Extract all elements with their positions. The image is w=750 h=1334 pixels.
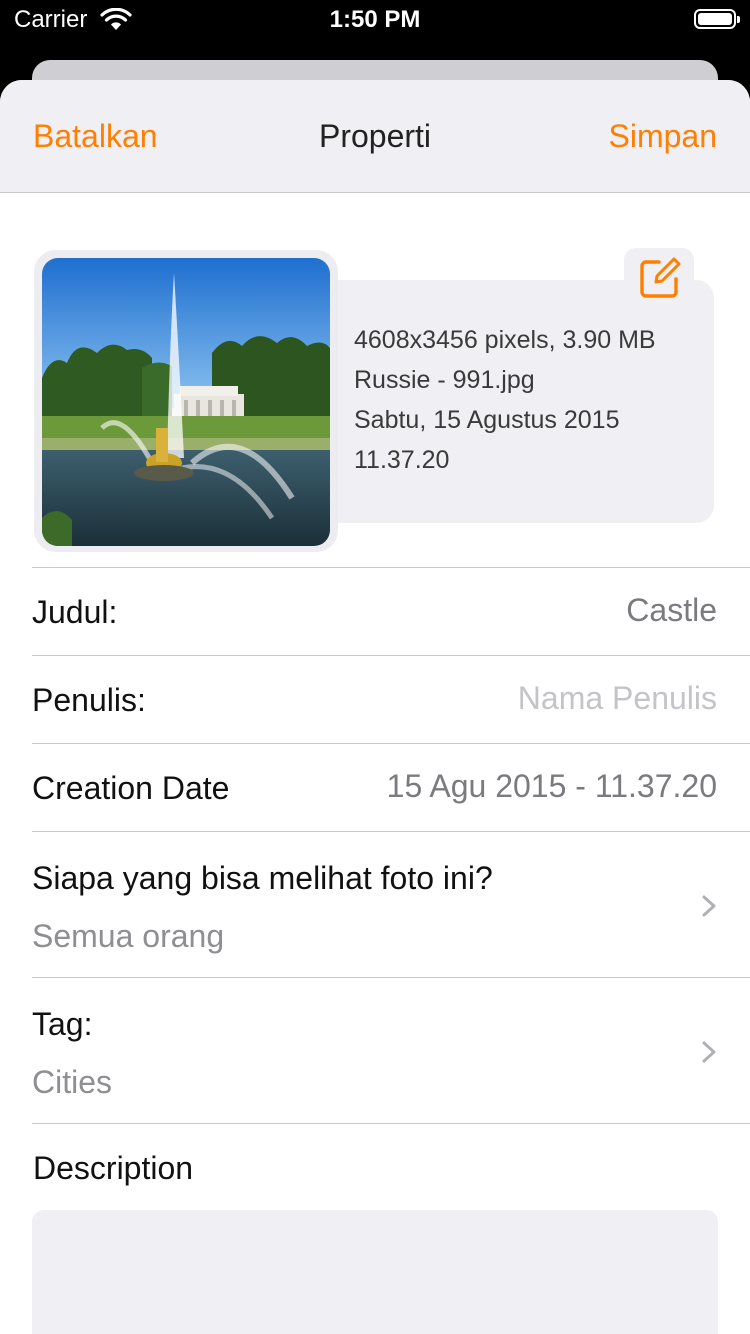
edit-square-icon[interactable] bbox=[637, 255, 683, 301]
photo-thumbnail-frame bbox=[34, 250, 338, 552]
photo-filename: Russie - 991.jpg bbox=[354, 366, 535, 394]
title-row[interactable]: Judul: Castle bbox=[32, 567, 750, 656]
author-label: Penulis: bbox=[32, 682, 146, 718]
author-row[interactable]: Penulis: Nama Penulis bbox=[32, 655, 750, 744]
photo-info-text: 4608x3456 pixels, 3.90 MB Russie - 991.j… bbox=[354, 320, 656, 480]
description-textarea[interactable] bbox=[32, 1210, 718, 1334]
chevron-right-icon bbox=[702, 1041, 716, 1063]
tags-label: Tag: bbox=[32, 1006, 93, 1042]
creation-date-value[interactable]: 15 Agu 2015 - 11.37.20 bbox=[387, 768, 717, 805]
tags-value: Cities bbox=[32, 1064, 113, 1100]
title-label: Judul: bbox=[32, 594, 118, 630]
author-input[interactable]: Nama Penulis bbox=[518, 680, 717, 717]
photo-thumbnail[interactable] bbox=[42, 258, 330, 546]
creation-date-row[interactable]: Creation Date 15 Agu 2015 - 11.37.20 bbox=[32, 743, 750, 832]
privacy-row[interactable]: Siapa yang bisa melihat foto ini? Semua … bbox=[32, 831, 750, 978]
navigation-bar: Batalkan Properti Simpan bbox=[0, 80, 750, 193]
chevron-right-icon bbox=[702, 895, 716, 917]
creation-date-label: Creation Date bbox=[32, 770, 230, 806]
title-input[interactable]: Castle bbox=[626, 592, 717, 629]
photo-date: Sabtu, 15 Agustus 2015 bbox=[354, 406, 620, 434]
privacy-value: Semua orang bbox=[32, 918, 225, 954]
status-bar: Carrier 1:50 PM bbox=[0, 0, 750, 40]
tags-row[interactable]: Tag: Cities bbox=[32, 977, 750, 1124]
description-label: Description bbox=[33, 1150, 194, 1186]
photo-dimensions-size: 4608x3456 pixels, 3.90 MB bbox=[354, 326, 656, 354]
battery-icon bbox=[694, 9, 740, 29]
properties-sheet: Batalkan Properti Simpan 4608x3456 pixel… bbox=[0, 80, 750, 1334]
privacy-label: Siapa yang bisa melihat foto ini? bbox=[32, 860, 493, 896]
photo-time: 11.37.20 bbox=[354, 446, 450, 474]
clock: 1:50 PM bbox=[329, 6, 421, 33]
save-button[interactable]: Simpan bbox=[609, 118, 718, 155]
separator bbox=[32, 1123, 750, 1124]
